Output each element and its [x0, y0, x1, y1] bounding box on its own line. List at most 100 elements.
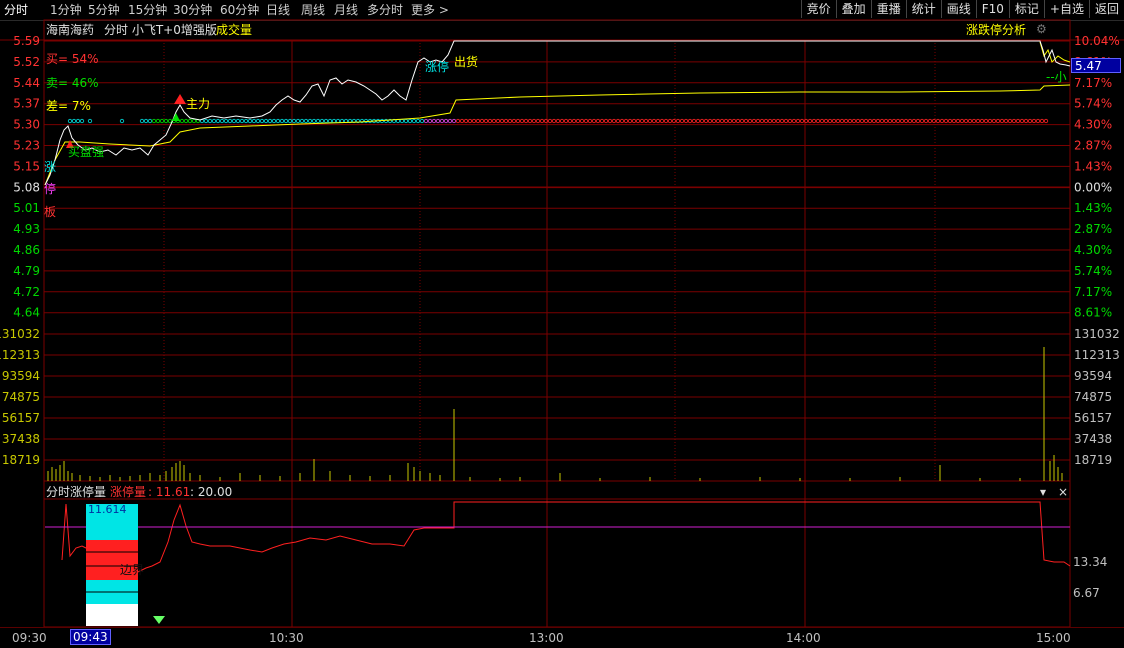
- signal-circle: [695, 118, 701, 124]
- signal-circle: [847, 118, 853, 124]
- signal-circle: [167, 118, 173, 124]
- signal-circle: [987, 118, 993, 124]
- signal-circle: [1039, 118, 1045, 124]
- signal-circle: [319, 118, 325, 124]
- signal-circle: [643, 118, 649, 124]
- signal-circle: [327, 118, 333, 124]
- signal-circle: [711, 118, 717, 124]
- signal-circle: [747, 118, 753, 124]
- volume-tick-right: 74875: [1074, 390, 1112, 404]
- volume-tick-right: 18719: [1074, 453, 1112, 467]
- signal-circle: [507, 118, 513, 124]
- signal-circle: [755, 118, 761, 124]
- signal-circle: [647, 118, 653, 124]
- gem-icon: [153, 616, 165, 624]
- signal-circle: [779, 118, 785, 124]
- pct-axis: 10.04% 8.61% 7.17% 5.74% 4.30% 2.87% 1.43% 0.00…: [1074, 34, 1120, 320]
- price-tick: 5.59: [13, 34, 40, 48]
- signal-circle: [163, 118, 169, 124]
- signal-circle: [555, 118, 561, 124]
- signal-circle: [279, 118, 285, 124]
- signal-circle: [611, 118, 617, 124]
- signal-circle: [807, 118, 813, 124]
- signal-circle: [979, 118, 985, 124]
- signal-circle: [159, 118, 165, 124]
- small-label: --小: [1046, 70, 1067, 84]
- signal-circle: [795, 118, 801, 124]
- signal-circle: [323, 118, 329, 124]
- signal-circle: [951, 118, 957, 124]
- signal-circle: [439, 118, 445, 124]
- signal-circle: [511, 118, 517, 124]
- signal-circle: [767, 118, 773, 124]
- indicator-title: 分时涨停量: [46, 485, 107, 499]
- signal-circle: [267, 118, 273, 124]
- signal-circle: [583, 118, 589, 124]
- signal-circle: [775, 118, 781, 124]
- marker-ting: 停: [44, 182, 57, 196]
- marker-ban: 板: [44, 205, 57, 219]
- signal-circle: [1019, 118, 1025, 124]
- signal-circle: [363, 118, 369, 124]
- chevron-down-icon[interactable]: ▾: [1040, 485, 1046, 499]
- signal-circle: [599, 118, 605, 124]
- close-icon[interactable]: ×: [1058, 485, 1068, 499]
- signal-circle: [467, 118, 473, 124]
- time-1400: 14:00: [786, 631, 821, 645]
- signal-circle: [751, 118, 757, 124]
- pct-tick: 4.30%: [1074, 118, 1112, 132]
- price-tick: 4.79: [13, 264, 40, 278]
- signal-circle: [223, 118, 229, 124]
- signal-circle: [331, 118, 337, 124]
- signal-circle: [999, 118, 1005, 124]
- signal-circle: [879, 118, 885, 124]
- signal-circle: [1011, 118, 1017, 124]
- signal-circle: [423, 118, 429, 124]
- signal-circle: [455, 118, 461, 124]
- signal-circle: [851, 118, 857, 124]
- signal-circle: [427, 118, 433, 124]
- signal-circle: [639, 118, 645, 124]
- volume-tick-left: 93594: [2, 369, 40, 383]
- price-tick: 5.30: [13, 118, 40, 132]
- signal-circle: [871, 118, 877, 124]
- price-tick: 5.52: [13, 55, 40, 69]
- signal-circle: [415, 118, 421, 124]
- signal-circle: [927, 118, 933, 124]
- signal-circle: [419, 118, 425, 124]
- buy-strong-label: 买盘强: [68, 145, 105, 159]
- green-arrow-icon: [172, 113, 180, 121]
- signal-circle: [155, 118, 161, 124]
- signal-circle: [551, 118, 557, 124]
- signal-circle: [699, 118, 705, 124]
- signal-circle: [579, 118, 585, 124]
- signal-circle: [495, 118, 501, 124]
- signal-circle: [843, 118, 849, 124]
- price-tick: 5.01: [13, 201, 40, 215]
- signal-circle: [875, 118, 881, 124]
- signal-circle: [607, 118, 613, 124]
- signal-circle: [295, 118, 301, 124]
- pct-tick: 1.43%: [1074, 201, 1112, 215]
- signal-circle: [703, 118, 709, 124]
- volume-tick-left: 18719: [2, 453, 40, 467]
- signal-circle: [659, 118, 665, 124]
- signal-circle: [763, 118, 769, 124]
- signal-circle: [487, 118, 493, 124]
- signal-circle: [483, 118, 489, 124]
- signal-circle: [619, 118, 625, 124]
- box-value: 11.614: [88, 503, 127, 516]
- signal-circle: [1035, 118, 1041, 124]
- signal-circle: [815, 118, 821, 124]
- signal-circle: [835, 118, 841, 124]
- signal-circle: [759, 118, 765, 124]
- pct-tick: 10.04%: [1074, 34, 1120, 48]
- signal-circle: [971, 118, 977, 124]
- signal-circle: [403, 118, 409, 124]
- signal-circle: [287, 118, 293, 124]
- pct-tick: 8.61%: [1074, 306, 1112, 320]
- signal-circle: [231, 118, 237, 124]
- signal-circle: [959, 118, 965, 124]
- signal-circle: [183, 118, 189, 124]
- signal-circle: [735, 118, 741, 124]
